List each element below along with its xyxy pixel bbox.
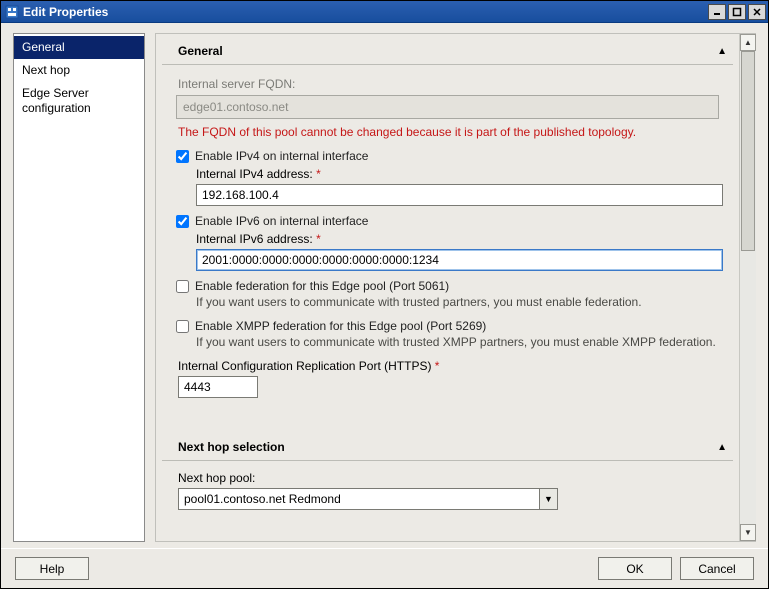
repl-port-label-row: Internal Configuration Replication Port … bbox=[178, 359, 723, 373]
section-body-general: Internal server FQDN: edge01.contoso.net… bbox=[162, 65, 733, 408]
required-marker: * bbox=[435, 359, 440, 373]
ipv6-address-input[interactable] bbox=[196, 249, 723, 271]
section-body-nexthop: Next hop pool: pool01.contoso.net Redmon… bbox=[162, 461, 733, 520]
window-title: Edit Properties bbox=[23, 5, 708, 19]
ipv4-address-label: Internal IPv4 address: * bbox=[196, 167, 723, 181]
combo-dropdown-button[interactable]: ▼ bbox=[539, 489, 557, 509]
sidebar-item-edge-config[interactable]: Edge Server configuration bbox=[14, 82, 144, 120]
scroll-down-button[interactable]: ▼ bbox=[740, 524, 756, 541]
enable-ipv4-checkbox[interactable] bbox=[176, 150, 189, 163]
enable-xmpp-checkbox[interactable] bbox=[176, 320, 189, 333]
scroll-track[interactable] bbox=[740, 51, 756, 524]
ipv4-subfield: Internal IPv4 address: * bbox=[196, 167, 723, 206]
ipv4-address-label-text: Internal IPv4 address: bbox=[196, 167, 313, 181]
enable-xmpp-label: Enable XMPP federation for this Edge poo… bbox=[195, 319, 486, 333]
titlebar: Edit Properties bbox=[1, 1, 768, 23]
fqdn-input-disabled: edge01.contoso.net bbox=[176, 95, 719, 119]
section-title: General bbox=[178, 44, 223, 58]
required-marker: * bbox=[316, 232, 321, 246]
scroll-thumb[interactable] bbox=[741, 51, 755, 251]
fqdn-label: Internal server FQDN: bbox=[178, 77, 723, 91]
section-header-general[interactable]: General ▲ bbox=[162, 38, 733, 65]
nexthop-pool-label: Next hop pool: bbox=[178, 471, 723, 485]
ipv4-row: Enable IPv4 on internal interface bbox=[176, 149, 723, 163]
section-header-nexthop[interactable]: Next hop selection ▲ bbox=[162, 434, 733, 461]
help-button[interactable]: Help bbox=[15, 557, 89, 580]
nexthop-pool-value: pool01.contoso.net Redmond bbox=[179, 489, 539, 509]
dialog-body: General Next hop Edge Server configurati… bbox=[1, 23, 768, 548]
dialog-footer: Help OK Cancel bbox=[1, 548, 768, 588]
federation-hint: If you want users to communicate with tr… bbox=[196, 295, 723, 309]
ipv6-address-label-text: Internal IPv6 address: bbox=[196, 232, 313, 246]
enable-ipv6-label: Enable IPv6 on internal interface bbox=[195, 214, 368, 228]
xmpp-hint: If you want users to communicate with tr… bbox=[196, 335, 723, 349]
sidebar-item-general[interactable]: General bbox=[14, 36, 144, 59]
enable-federation-checkbox[interactable] bbox=[176, 280, 189, 293]
enable-ipv4-label: Enable IPv4 on internal interface bbox=[195, 149, 368, 163]
main-scroll: General ▲ Internal server FQDN: edge01.c… bbox=[156, 34, 739, 541]
required-marker: * bbox=[316, 167, 321, 181]
chevron-up-icon: ▲ bbox=[717, 442, 727, 453]
repl-port-input[interactable] bbox=[178, 376, 258, 398]
repl-port-label: Internal Configuration Replication Port … bbox=[178, 359, 431, 373]
ok-button[interactable]: OK bbox=[598, 557, 672, 580]
ipv6-address-label: Internal IPv6 address: * bbox=[196, 232, 723, 246]
federation-row: Enable federation for this Edge pool (Po… bbox=[176, 279, 723, 293]
enable-federation-label: Enable federation for this Edge pool (Po… bbox=[195, 279, 449, 293]
ipv6-subfield: Internal IPv6 address: * bbox=[196, 232, 723, 271]
fqdn-error-text: The FQDN of this pool cannot be changed … bbox=[178, 125, 719, 139]
sidebar-item-label: Next hop bbox=[22, 63, 70, 77]
ipv4-address-input[interactable] bbox=[196, 184, 723, 206]
sidebar-item-label: General bbox=[22, 40, 65, 54]
scroll-up-button[interactable]: ▲ bbox=[740, 34, 756, 51]
nexthop-pool-combo[interactable]: pool01.contoso.net Redmond ▼ bbox=[178, 488, 558, 510]
main-panel: General ▲ Internal server FQDN: edge01.c… bbox=[155, 33, 756, 542]
cancel-button[interactable]: Cancel bbox=[680, 557, 754, 580]
minimize-button[interactable] bbox=[708, 4, 726, 20]
chevron-up-icon: ▲ bbox=[717, 46, 727, 57]
scrollbar[interactable]: ▲ ▼ bbox=[739, 34, 756, 541]
app-icon bbox=[5, 5, 19, 19]
maximize-button[interactable] bbox=[728, 4, 746, 20]
sidebar-item-label: Edge Server configuration bbox=[22, 86, 91, 115]
close-button[interactable] bbox=[748, 4, 766, 20]
sidebar: General Next hop Edge Server configurati… bbox=[13, 33, 145, 542]
window-buttons bbox=[708, 4, 766, 20]
xmpp-row: Enable XMPP federation for this Edge poo… bbox=[176, 319, 723, 333]
ipv6-row: Enable IPv6 on internal interface bbox=[176, 214, 723, 228]
enable-ipv6-checkbox[interactable] bbox=[176, 215, 189, 228]
sidebar-item-nexthop[interactable]: Next hop bbox=[14, 59, 144, 82]
section-title: Next hop selection bbox=[178, 440, 285, 454]
